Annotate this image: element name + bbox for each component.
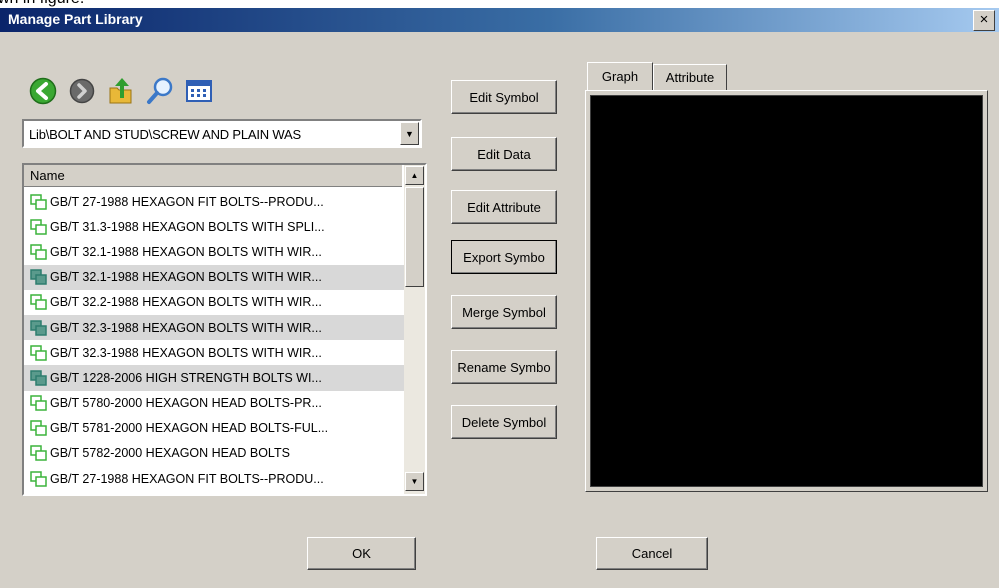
part-symbol-icon: [30, 244, 47, 260]
merge-symbol-button[interactable]: Merge Symbol: [451, 295, 557, 329]
vertical-scrollbar[interactable]: ▲ ▼: [404, 165, 425, 494]
tab-graph[interactable]: Graph: [587, 62, 653, 91]
part-symbol-icon: [30, 269, 47, 285]
part-name: GB/T 5781-2000 HEXAGON HEAD BOLTS-FUL...: [50, 421, 329, 436]
list-item[interactable]: GB/T 32.3-1988 HEXAGON BOLTS WITH WIR...: [24, 340, 404, 365]
part-name: GB/T 5782-2000 HEXAGON HEAD BOLTS: [50, 446, 290, 461]
up-folder-icon[interactable]: [106, 76, 136, 106]
arrow-up-icon: ▲: [410, 171, 419, 180]
scroll-up-button[interactable]: ▲: [405, 166, 424, 185]
part-symbol-icon: [30, 193, 47, 210]
list-item[interactable]: GB/T 32.3-1988 HEXAGON BOLTS WITH WIR...: [24, 314, 404, 341]
part-symbol-icon: [30, 470, 47, 487]
edit-symbol-button[interactable]: Edit Symbol: [451, 80, 557, 114]
part-rows: GB/T 27-1988 HEXAGON FIT BOLTS--PRODU...…: [24, 189, 404, 491]
library-path-combobox[interactable]: Lib\BOLT AND STUD\SCREW AND PLAIN WAS ▼: [22, 119, 422, 148]
list-item[interactable]: GB/T 27-1988 HEXAGON FIT BOLTS--PRODU...: [24, 466, 404, 491]
rename-symbol-button[interactable]: Rename Symbo: [451, 350, 557, 384]
part-symbol-icon: [30, 344, 47, 361]
part-symbol-icon: [30, 219, 47, 235]
part-symbol-icon: [30, 420, 47, 437]
arrow-down-icon: ▼: [410, 477, 419, 486]
part-name: GB/T 32.1-1988 HEXAGON BOLTS WITH WIR...: [50, 270, 322, 285]
dropdown-button[interactable]: ▼: [400, 122, 419, 145]
part-symbol-icon: [30, 370, 47, 386]
toolbar: [28, 72, 214, 110]
window-title: Manage Part Library: [8, 11, 143, 27]
list-item[interactable]: GB/T 31.3-1988 HEXAGON BOLTS WITH SPLI..…: [24, 214, 404, 239]
part-symbol-icon: [30, 319, 47, 336]
chevron-down-icon: ▼: [405, 128, 414, 139]
list-item[interactable]: GB/T 32.1-1988 HEXAGON BOLTS WITH WIR...: [24, 264, 404, 290]
library-path-value: Lib\BOLT AND STUD\SCREW AND PLAIN WAS: [29, 127, 301, 142]
edit-attribute-button[interactable]: Edit Attribute: [451, 190, 557, 224]
search-icon[interactable]: [145, 76, 175, 106]
part-name: GB/T 32.3-1988 HEXAGON BOLTS WITH WIR...: [50, 320, 322, 335]
list-item[interactable]: GB/T 32.2-1988 HEXAGON BOLTS WITH WIR...: [24, 290, 404, 315]
list-item[interactable]: GB/T 1228-2006 HIGH STRENGTH BOLTS WI...: [24, 365, 404, 391]
list-item[interactable]: GB/T 32.1-1988 HEXAGON BOLTS WITH WIR...: [24, 239, 404, 264]
caption-text: wn in figure.: [0, 0, 84, 8]
graph-panel: [585, 90, 988, 492]
list-item[interactable]: GB/T 5781-2000 HEXAGON HEAD BOLTS-FUL...: [24, 416, 404, 441]
export-symbol-button[interactable]: Export Symbo: [451, 240, 557, 274]
part-name: GB/T 27-1988 HEXAGON FIT BOLTS--PRODU...: [50, 471, 324, 486]
back-icon[interactable]: [28, 76, 58, 106]
background-caption: wn in figure.: [0, 0, 999, 8]
edit-data-button[interactable]: Edit Data: [451, 137, 557, 171]
delete-symbol-button[interactable]: Delete Symbol: [451, 405, 557, 439]
part-name: GB/T 31.3-1988 HEXAGON BOLTS WITH SPLI..…: [50, 219, 325, 234]
part-name: GB/T 32.2-1988 HEXAGON BOLTS WITH WIR...: [50, 295, 322, 310]
list-item[interactable]: GB/T 27-1988 HEXAGON FIT BOLTS--PRODU...: [24, 189, 404, 214]
view-mode-icon[interactable]: [184, 76, 214, 106]
scroll-down-button[interactable]: ▼: [405, 472, 424, 491]
column-header-label: Name: [30, 168, 65, 183]
part-name: GB/T 5780-2000 HEXAGON HEAD BOLTS-PR...: [50, 396, 322, 411]
part-symbol-icon: [30, 395, 47, 411]
scroll-thumb[interactable]: [405, 187, 424, 287]
part-name: GB/T 32.3-1988 HEXAGON BOLTS WITH WIR...: [50, 345, 322, 360]
part-name: GB/T 27-1988 HEXAGON FIT BOLTS--PRODU...: [50, 194, 324, 209]
ok-button[interactable]: OK: [307, 537, 416, 570]
close-button[interactable]: ×: [973, 10, 995, 31]
title-bar[interactable]: Manage Part Library ×: [0, 8, 999, 32]
part-symbol-icon: [30, 445, 47, 462]
part-name: GB/T 1228-2006 HIGH STRENGTH BOLTS WI...: [50, 370, 322, 385]
part-symbol-icon: [30, 294, 47, 311]
close-icon: ×: [979, 11, 989, 28]
symbol-preview-canvas: [590, 95, 983, 487]
cancel-button[interactable]: Cancel: [596, 537, 708, 570]
part-list[interactable]: Name GB/T 27-1988 HEXAGON FIT BOLTS--PRO…: [22, 163, 427, 496]
column-header-name[interactable]: Name: [24, 165, 402, 187]
tab-attribute[interactable]: Attribute: [653, 64, 727, 91]
list-item[interactable]: GB/T 5782-2000 HEXAGON HEAD BOLTS: [24, 441, 404, 466]
part-name: GB/T 32.1-1988 HEXAGON BOLTS WITH WIR...: [50, 244, 322, 259]
forward-icon[interactable]: [67, 76, 97, 106]
list-item[interactable]: GB/T 5780-2000 HEXAGON HEAD BOLTS-PR...: [24, 391, 404, 416]
